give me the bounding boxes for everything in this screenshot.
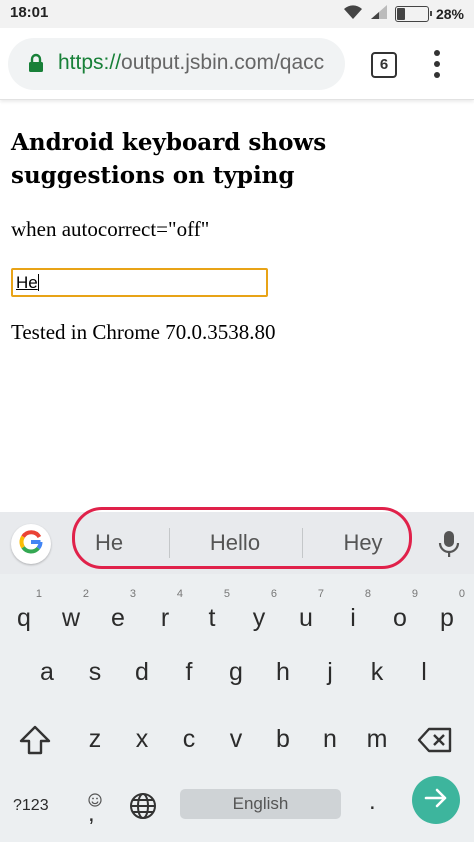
comma-key[interactable]: , [88, 800, 95, 828]
arrow-right-icon [424, 788, 448, 812]
page-subtitle: when autocorrect="off" [11, 217, 210, 241]
key-a[interactable]: a [27, 652, 67, 692]
enter-key[interactable] [412, 776, 460, 824]
key-label: o [393, 604, 407, 632]
language-key[interactable] [129, 792, 157, 824]
menu-dot [434, 72, 440, 78]
key-hint: 1 [35, 588, 42, 600]
backspace-icon [416, 727, 454, 758]
key-j[interactable]: j [310, 652, 350, 692]
status-time: 18:01 [10, 4, 49, 21]
suggestion-1[interactable]: He [84, 530, 134, 558]
soft-keyboard: He Hello Hey 1q 2w 3e 4r 5t 6y 7u 8i 9o … [0, 507, 474, 842]
key-label: t [208, 604, 216, 632]
suggestion-3[interactable]: Hey [335, 530, 391, 558]
page-title: Android keyboard shows suggestions on ty… [11, 129, 327, 189]
key-hint: 6 [270, 588, 277, 600]
key-g[interactable]: g [216, 652, 256, 692]
battery-icon [394, 6, 432, 22]
tab-switcher-button[interactable]: 6 [371, 52, 397, 78]
lock-icon [28, 53, 44, 77]
key-p[interactable]: 0p [427, 588, 467, 638]
battery-percent: 28% [435, 6, 464, 22]
key-label: e [111, 604, 125, 632]
key-i[interactable]: 8i [333, 588, 373, 638]
signal-icon [370, 4, 388, 24]
key-b[interactable]: b [263, 719, 303, 759]
key-hint: 8 [364, 588, 371, 600]
key-hint: 0 [458, 588, 465, 600]
key-label: u [299, 604, 313, 632]
menu-dot [434, 61, 440, 67]
text-input[interactable]: He [11, 268, 268, 297]
key-h[interactable]: h [263, 652, 303, 692]
menu-dot [434, 50, 440, 56]
menu-button[interactable] [424, 48, 450, 80]
tested-text: Tested in Chrome 70.0.3538.80 [11, 320, 276, 344]
key-s[interactable]: s [75, 652, 115, 692]
key-hint: 2 [82, 588, 89, 600]
key-label: i [350, 604, 356, 632]
key-o[interactable]: 9o [380, 588, 420, 638]
key-l[interactable]: l [404, 652, 444, 692]
status-icons: 28% [343, 5, 464, 23]
key-f[interactable]: f [169, 652, 209, 692]
text-caret [37, 274, 39, 291]
status-bar: 18:01 28% [0, 0, 474, 28]
key-n[interactable]: n [310, 719, 350, 759]
battery-level [396, 8, 406, 20]
wifi-icon [343, 4, 363, 24]
key-label: r [160, 604, 170, 632]
key-hint: 7 [317, 588, 324, 600]
shift-icon [18, 725, 52, 760]
suggestion-divider [169, 528, 170, 558]
key-hint: 4 [176, 588, 183, 600]
key-t[interactable]: 5t [192, 588, 232, 638]
key-hint: 9 [411, 588, 418, 600]
url-text: https://output.jsbin.com/qacc [58, 51, 324, 75]
key-label: w [61, 604, 81, 632]
browser-toolbar: https://output.jsbin.com/qacc 6 [0, 28, 474, 100]
address-bar[interactable]: https://output.jsbin.com/qacc [8, 38, 345, 90]
key-label: p [440, 604, 454, 632]
google-button[interactable] [11, 524, 51, 564]
key-d[interactable]: d [122, 652, 162, 692]
key-y[interactable]: 6y [239, 588, 279, 638]
key-z[interactable]: z [75, 719, 115, 759]
globe-icon [129, 793, 157, 824]
space-bar[interactable]: English [180, 789, 341, 819]
suggestion-strip: He Hello Hey [0, 507, 474, 574]
key-k[interactable]: k [357, 652, 397, 692]
backspace-key[interactable] [416, 726, 454, 758]
key-u[interactable]: 7u [286, 588, 326, 638]
url-scheme: https:// [58, 51, 122, 74]
url-host-path: output.jsbin.com/qacc [121, 51, 325, 74]
key-r[interactable]: 4r [145, 588, 185, 638]
key-e[interactable]: 3e [98, 588, 138, 638]
key-hint: 3 [129, 588, 136, 600]
key-x[interactable]: x [122, 719, 162, 759]
key-q[interactable]: 1q [4, 588, 44, 638]
input-value: He [16, 273, 38, 292]
key-w[interactable]: 2w [51, 588, 91, 638]
key-hint: 5 [223, 588, 230, 600]
key-c[interactable]: c [169, 719, 209, 759]
period-key[interactable]: . [369, 788, 376, 816]
suggestion-divider [302, 528, 303, 558]
key-v[interactable]: v [216, 719, 256, 759]
symbols-key[interactable]: ?123 [13, 797, 49, 815]
mic-icon[interactable] [438, 530, 460, 562]
google-logo-icon [18, 529, 44, 559]
key-m[interactable]: m [357, 719, 397, 759]
page-content: Android keyboard shows suggestions on ty… [0, 100, 474, 512]
suggestion-2[interactable]: Hello [199, 530, 271, 558]
key-label: q [17, 604, 31, 632]
shift-key[interactable] [18, 724, 52, 760]
key-label: y [252, 604, 266, 632]
